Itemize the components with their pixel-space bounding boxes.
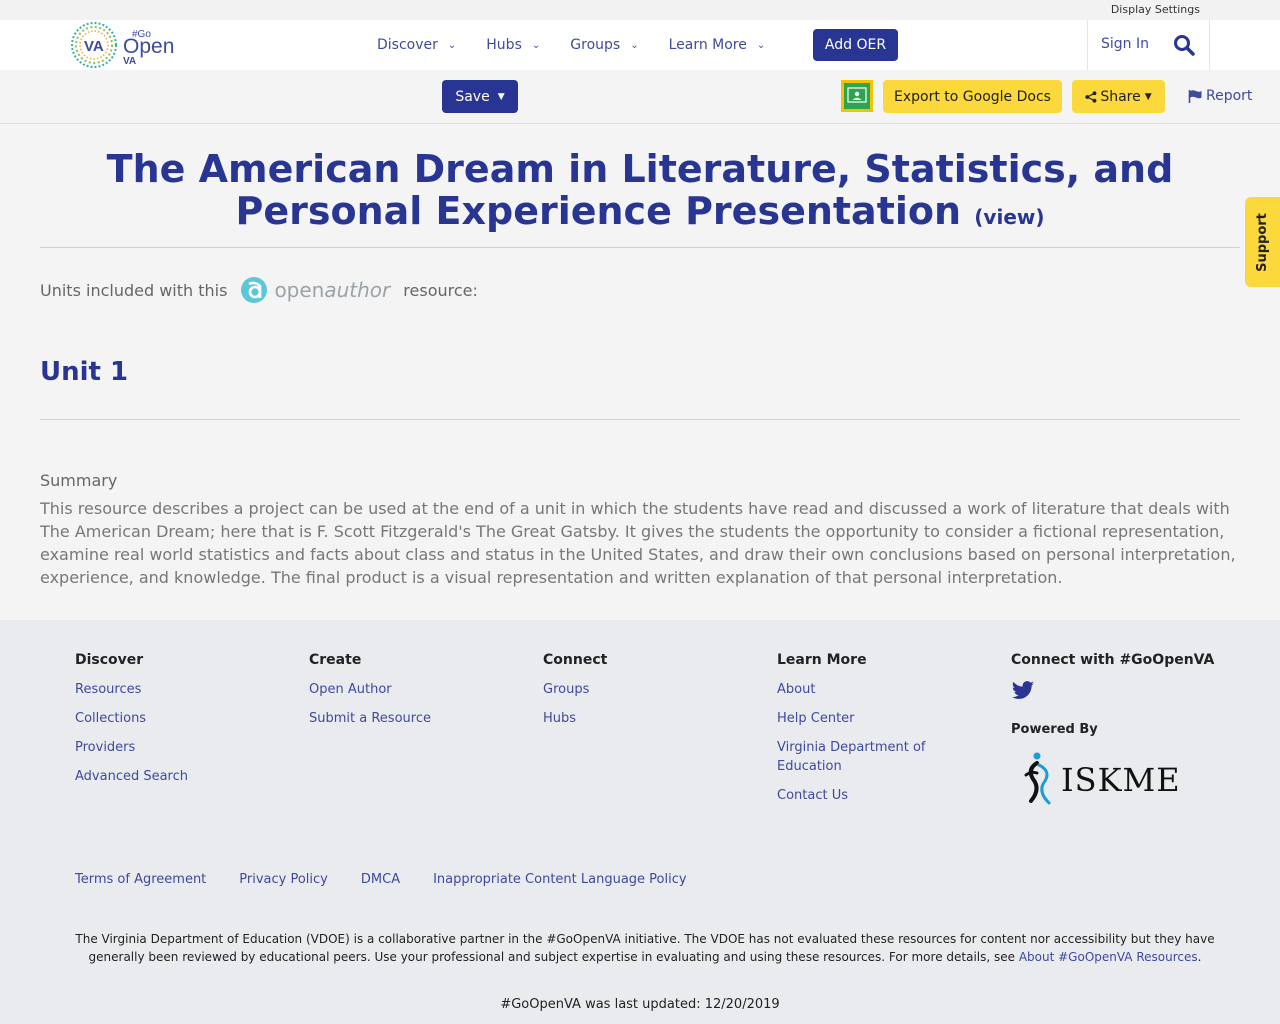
header-divider [1087, 20, 1088, 70]
footer-col-discover: Discover Resources Collections Providers… [75, 652, 188, 796]
content-policy-link[interactable]: Inappropriate Content Language Policy [433, 872, 686, 887]
footer-link-providers[interactable]: Providers [75, 738, 188, 757]
openauthor-icon [241, 277, 268, 303]
chevron-down-icon: ⌄ [630, 39, 639, 51]
chevron-down-icon: ⌄ [447, 39, 457, 51]
save-button[interactable]: Save ▼ [442, 80, 518, 113]
footer-heading: Connect [543, 652, 608, 668]
footer-link-vdoe[interactable]: Virginia Department of Education [777, 738, 947, 776]
share-icon [1085, 90, 1097, 103]
google-classroom-button[interactable] [841, 80, 873, 112]
chevron-down-icon: ⌄ [756, 39, 766, 51]
nav-discover[interactable]: Discover ⌄ [377, 37, 456, 53]
header-divider [1209, 20, 1210, 70]
footer-link-about[interactable]: About [777, 680, 947, 699]
add-oer-button[interactable]: Add OER [813, 29, 898, 61]
site-footer: Discover Resources Collections Providers… [0, 620, 1280, 1024]
export-google-docs-button[interactable]: Export to Google Docs [883, 80, 1062, 113]
units-row: Units included with this open author reso… [40, 275, 478, 305]
iskme-logo[interactable]: ISKME [1023, 750, 1198, 810]
chevron-down-icon: ⌄ [531, 39, 541, 51]
report-link[interactable]: Report [1188, 88, 1252, 104]
terms-link[interactable]: Terms of Agreement [75, 872, 206, 887]
twitter-icon[interactable] [1011, 680, 1035, 702]
footer-col-learn-more: Learn More About Help Center Virginia De… [777, 652, 947, 815]
logo-open: Open [123, 35, 174, 58]
flag-icon [1188, 89, 1202, 103]
unit-title[interactable]: Unit 1 [40, 357, 128, 387]
footer-heading: Discover [75, 652, 144, 668]
main-nav: Discover ⌄ Hubs ⌄ Groups ⌄ Learn More ⌄ [377, 20, 795, 70]
legal-links: Terms of Agreement Privacy Policy DMCA I… [75, 872, 720, 887]
search-icon[interactable] [1173, 34, 1195, 56]
dmca-link[interactable]: DMCA [361, 872, 400, 887]
site-header: VA #Go Open VA Discover ⌄ Hubs ⌄ Groups … [0, 20, 1280, 70]
view-link[interactable]: (view) [974, 205, 1044, 229]
footer-heading: Learn More [777, 652, 867, 668]
footer-link-groups[interactable]: Groups [543, 680, 607, 699]
summary-label: Summary [40, 471, 118, 490]
openauthor-logo: open author [240, 276, 390, 304]
logo-state: VA [84, 38, 104, 55]
footer-link-advanced-search[interactable]: Advanced Search [75, 767, 188, 786]
nav-learn-more[interactable]: Learn More ⌄ [669, 37, 766, 53]
footer-link-contact-us[interactable]: Contact Us [777, 786, 947, 805]
nav-groups[interactable]: Groups ⌄ [570, 37, 638, 53]
caret-down-icon: ▼ [497, 91, 505, 102]
share-button[interactable]: Share ▼ [1072, 80, 1165, 113]
units-suffix: resource: [403, 280, 478, 300]
caret-down-icon: ▼ [1144, 91, 1152, 102]
title-divider [40, 247, 1240, 248]
goopenva-logo[interactable]: VA #Go Open VA [70, 20, 180, 70]
footer-col-connect: Connect Groups Hubs [543, 652, 607, 738]
support-tab[interactable]: Support [1245, 197, 1280, 287]
display-settings-link[interactable]: Display Settings [1111, 3, 1200, 16]
google-classroom-icon [844, 83, 870, 109]
units-prefix: Units included with this [40, 280, 228, 300]
last-updated: #GoOpenVA was last updated: 12/20/2019 [500, 997, 780, 1012]
footer-link-submit-resource[interactable]: Submit a Resource [309, 709, 431, 728]
nav-hubs[interactable]: Hubs ⌄ [486, 37, 540, 53]
footer-link-help-center[interactable]: Help Center [777, 709, 947, 728]
vdoe-disclaimer: The Virginia Department of Education (VD… [75, 932, 1215, 964]
sign-in-link[interactable]: Sign In [1101, 36, 1149, 52]
unit-divider [40, 419, 1240, 420]
powered-by-label: Powered By [1011, 722, 1098, 737]
utility-bar: Display Settings [0, 0, 1280, 20]
logo-va: VA [123, 56, 136, 67]
footer-link-hubs[interactable]: Hubs [543, 709, 607, 728]
iskme-figure-icon [1024, 752, 1051, 805]
footer-col-create: Create Open Author Submit a Resource [309, 652, 431, 738]
footer-link-collections[interactable]: Collections [75, 709, 188, 728]
footer-col-social: Connect with #GoOpenVA [1011, 652, 1214, 680]
footer-heading: Connect with #GoOpenVA [1011, 652, 1215, 668]
privacy-link[interactable]: Privacy Policy [239, 872, 328, 887]
footer-link-open-author[interactable]: Open Author [309, 680, 431, 699]
summary-text: This resource describes a project can be… [40, 499, 1236, 587]
footer-link-resources[interactable]: Resources [75, 680, 188, 699]
about-goopenva-link[interactable]: About #GoOpenVA Resources [1019, 950, 1198, 964]
resource-action-bar: Save ▼ Export to Google Docs Share ▼ Rep… [0, 70, 1280, 124]
page-title: The American Dream in Literature, Statis… [106, 147, 1174, 233]
footer-heading: Create [309, 652, 362, 668]
